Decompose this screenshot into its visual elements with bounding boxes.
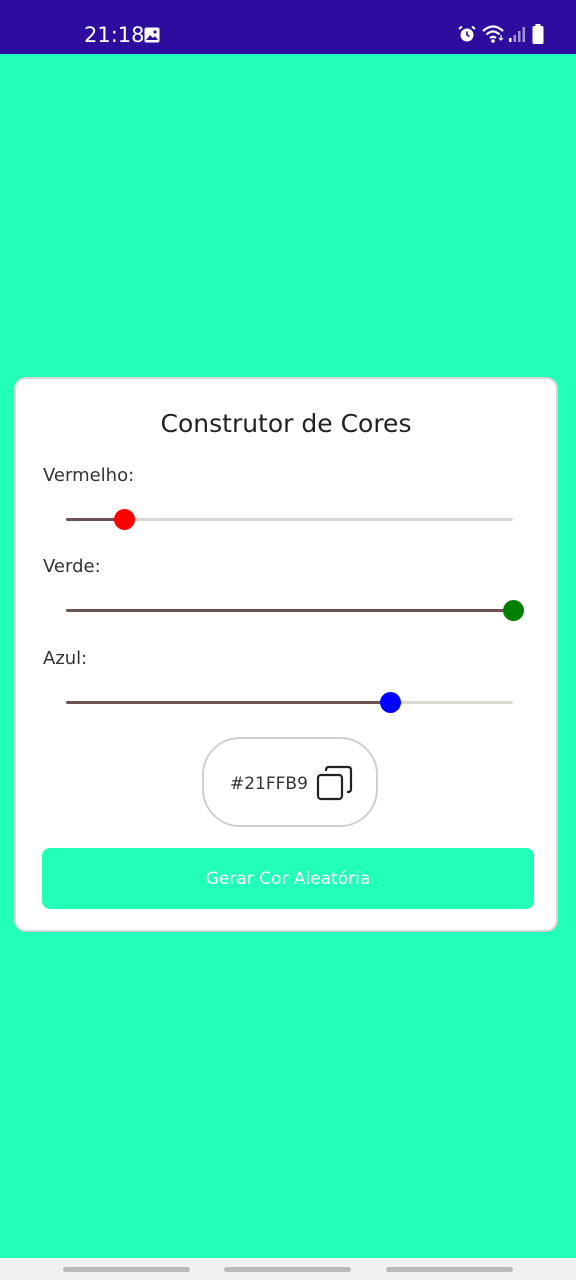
alarm-icon — [458, 25, 476, 42]
hex-display: #21FFB9 — [202, 737, 378, 827]
status-bar: 21:18 — [0, 0, 576, 54]
blue-slider[interactable] — [66, 691, 513, 715]
slider-label-blue: Azul: — [43, 648, 88, 669]
color-builder-card: Construtor de Cores Vermelho: Verde: Azu… — [14, 377, 558, 932]
hex-value: #21FFB9 — [230, 774, 308, 794]
slider-label-red: Vermelho: — [43, 465, 135, 486]
nav-pill-right[interactable] — [386, 1267, 513, 1272]
wifi-icon — [482, 25, 504, 43]
green-slider-fill — [66, 609, 513, 612]
random-color-button[interactable]: Gerar Cor Aleatória — [42, 848, 534, 909]
slider-label-green: Verde: — [43, 556, 101, 577]
nav-pill-left[interactable] — [63, 1267, 190, 1272]
green-slider[interactable] — [66, 599, 524, 623]
signal-icon — [509, 27, 525, 42]
red-slider-thumb[interactable] — [113, 509, 135, 530]
blue-slider-fill — [66, 701, 391, 704]
green-slider-thumb[interactable] — [503, 600, 524, 621]
navigation-bar — [0, 1258, 576, 1280]
blue-slider-thumb[interactable] — [380, 692, 402, 713]
battery-icon — [532, 24, 544, 44]
page-title: Construtor de Cores — [160, 409, 412, 438]
nav-pill-center[interactable] — [224, 1267, 351, 1272]
image-notification-icon — [144, 27, 160, 43]
status-time: 21:18 — [84, 23, 145, 47]
red-slider[interactable] — [66, 508, 513, 532]
copy-icon[interactable] — [316, 765, 354, 803]
